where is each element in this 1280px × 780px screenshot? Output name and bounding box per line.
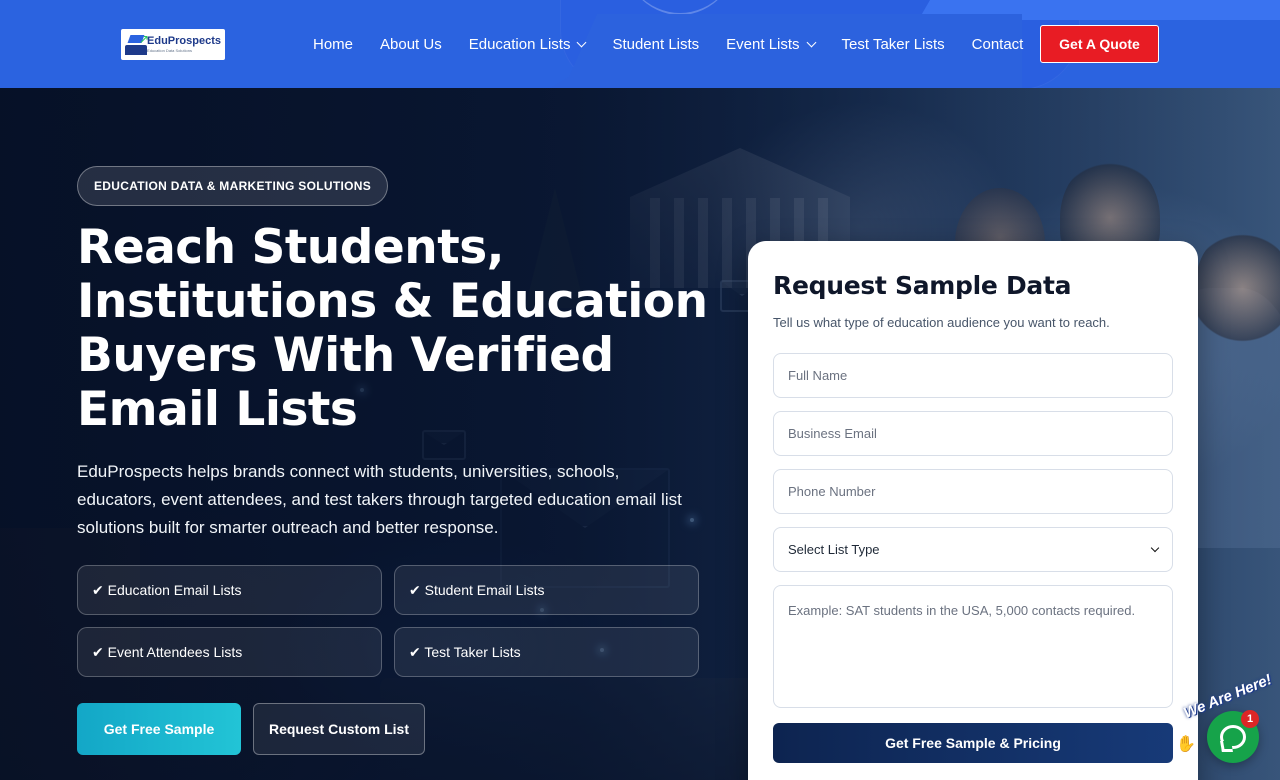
list-type-selected-value: Select List Type [788, 542, 880, 557]
full-name-input[interactable] [773, 353, 1173, 398]
headline-line: Buyers With Verified [77, 328, 614, 383]
nav-test-taker-lists[interactable]: Test Taker Lists [842, 36, 945, 53]
logo-tagline: Education Data Solutions [147, 48, 192, 53]
requirements-textarea[interactable] [773, 585, 1173, 708]
feature-event-attendees-lists: ✔ Event Attendees Lists [77, 627, 382, 677]
get-a-quote-button[interactable]: Get A Quote [1040, 25, 1159, 63]
form-title: Request Sample Data [773, 271, 1072, 300]
headline-line: Email Lists [77, 382, 358, 437]
nav-contact[interactable]: Contact [972, 36, 1024, 53]
get-free-sample-button[interactable]: Get Free Sample [77, 703, 241, 755]
nav-education-lists[interactable]: Education Lists [469, 36, 587, 53]
chevron-down-icon [806, 37, 816, 47]
hero-description: EduProspects helps brands connect with s… [77, 462, 682, 537]
chat-bubble-icon [1220, 725, 1246, 749]
nav-student-lists[interactable]: Student Lists [612, 36, 699, 53]
form-hint: Tell us what type of education audience … [773, 315, 1110, 330]
nav-about-us[interactable]: About Us [380, 36, 442, 53]
logo-brand-text: EduProspects [147, 35, 221, 47]
request-custom-list-button[interactable]: Request Custom List [253, 703, 425, 755]
hero-eyebrow-badge: EDUCATION DATA & MARKETING SOLUTIONS [77, 166, 389, 206]
logo-book-icon: ↗ [125, 33, 149, 57]
site-logo[interactable]: ↗ EduProspects Education Data Solutions [121, 29, 225, 60]
business-email-input[interactable] [773, 411, 1173, 456]
site-header: ↗ EduProspects Education Data Solutions … [0, 0, 1280, 88]
feature-education-email-lists: ✔ Education Email Lists [77, 565, 382, 615]
list-type-select[interactable]: Select List Type [773, 527, 1173, 572]
feature-test-taker-lists: ✔ Test Taker Lists [394, 627, 699, 677]
nav-event-lists[interactable]: Event Lists [726, 36, 816, 53]
feature-student-email-lists: ✔ Student Email Lists [394, 565, 699, 615]
waving-hand-icon: ✋ [1176, 736, 1196, 753]
chevron-down-icon [1150, 543, 1160, 553]
phone-number-input[interactable] [773, 469, 1173, 514]
chat-unread-badge: 1 [1241, 710, 1259, 728]
get-free-sample-pricing-button[interactable]: Get Free Sample & Pricing [773, 723, 1173, 763]
request-sample-form: Request Sample Data Tell us what type of… [748, 241, 1198, 780]
nav-home[interactable]: Home [313, 36, 353, 53]
headline-line: Reach Students, [77, 220, 505, 275]
headline-line: Institutions & Education [77, 274, 708, 329]
chevron-down-icon [577, 37, 587, 47]
hero-headline: Reach Students, Institutions & Education… [77, 221, 737, 437]
main-nav: Home About Us Education Lists Student Li… [313, 0, 1050, 88]
